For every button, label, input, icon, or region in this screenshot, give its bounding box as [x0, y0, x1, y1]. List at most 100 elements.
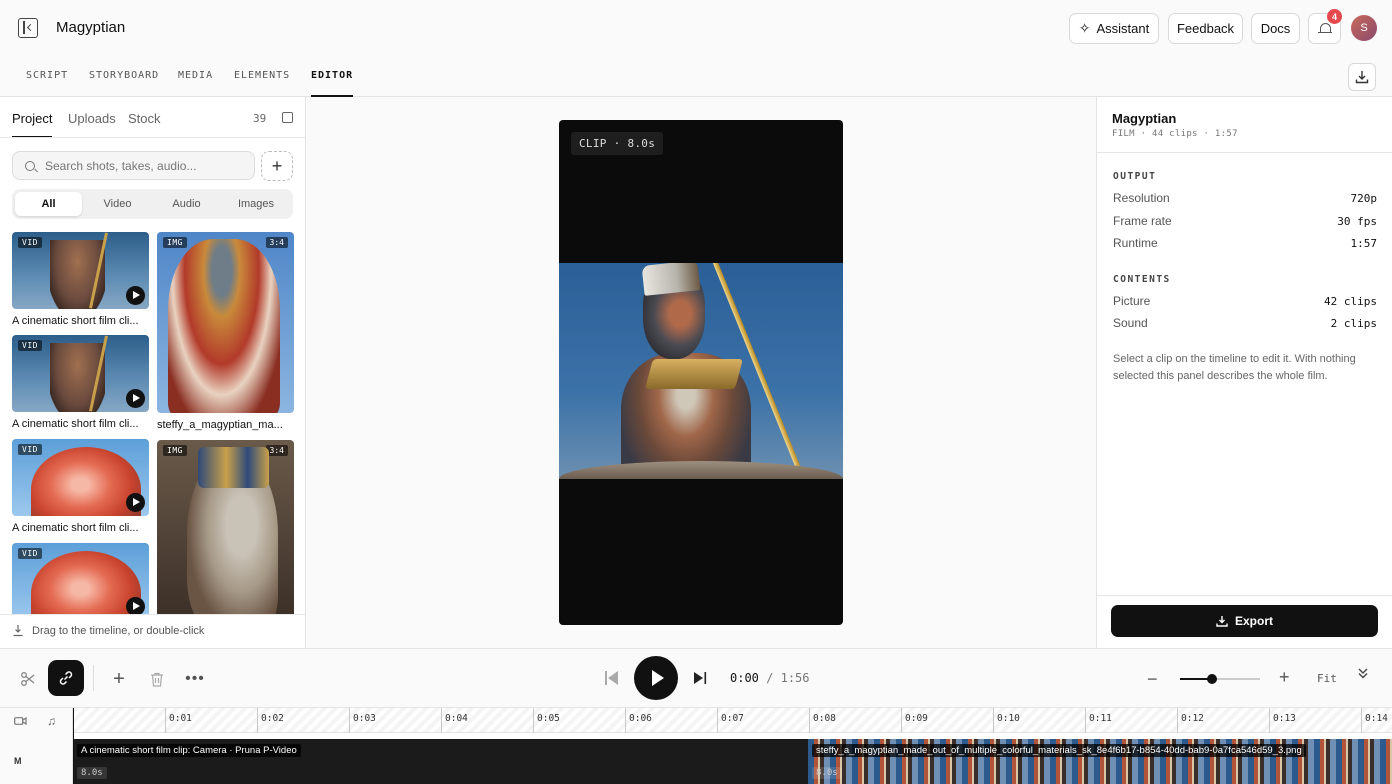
- ruler-tick-label: 0:11: [1089, 713, 1112, 724]
- media-caption: A cinematic short film cli...: [12, 418, 139, 430]
- media-caption: steffy_a_magyptian_ma...: [157, 419, 283, 431]
- library-footer: Drag to the timeline, or double-click: [0, 614, 305, 648]
- ruler-tick-label: 0:09: [905, 713, 928, 724]
- search-input[interactable]: Search shots, takes, audio...: [12, 151, 255, 180]
- more-icon[interactable]: •••: [180, 664, 210, 694]
- add-icon[interactable]: +: [104, 664, 134, 694]
- ruler-tick: 0:08: [809, 708, 836, 733]
- sound-label: Sound: [1113, 316, 1148, 330]
- bell-icon: [1317, 22, 1332, 36]
- clip-duration: 8.0s: [77, 767, 107, 779]
- time-separator: /: [766, 671, 774, 685]
- media-library-panel: Project Uploads Stock 39 Search shots, t…: [0, 97, 306, 648]
- ruler-tick: 0:05: [533, 708, 560, 733]
- download-icon: [13, 625, 23, 637]
- filter-video[interactable]: Video: [84, 192, 151, 216]
- media-filter: All Video Audio Images: [12, 189, 293, 219]
- image-badge: IMG: [163, 445, 187, 456]
- library-tab-uploads[interactable]: Uploads: [68, 111, 116, 126]
- export-label: Export: [1234, 614, 1273, 628]
- ripple-tool-button[interactable]: [48, 660, 84, 696]
- statue-collar-shape: [644, 359, 744, 389]
- library-tab-project[interactable]: Project: [12, 111, 53, 138]
- avatar[interactable]: S: [1351, 15, 1377, 41]
- notification-badge: 4: [1327, 9, 1342, 24]
- media-thumbnail[interactable]: VID: [12, 335, 149, 412]
- assistant-button[interactable]: ✧ Assistant: [1069, 13, 1159, 44]
- download-icon: [1355, 71, 1369, 84]
- media-thumbnail[interactable]: VID: [12, 543, 149, 620]
- play-icon[interactable]: [126, 493, 145, 512]
- play-button[interactable]: [634, 656, 678, 700]
- clip-title: A cinematic short film clip: Camera · Pr…: [77, 744, 301, 757]
- tabs-divider: [0, 137, 305, 138]
- media-thumbnail[interactable]: VID: [12, 439, 149, 516]
- filter-images[interactable]: Images: [222, 192, 290, 216]
- download-button[interactable]: [1348, 63, 1376, 91]
- video-preview[interactable]: CLIP · 8.0s: [559, 120, 843, 625]
- ruler-tick: 0:02: [257, 708, 284, 733]
- tab-storyboard[interactable]: STORYBOARD: [89, 70, 159, 81]
- ruler-tick: 0:11: [1085, 708, 1112, 733]
- ruler-tick-label: 0:03: [353, 713, 376, 724]
- ruler-tick-label: 0:07: [721, 713, 744, 724]
- library-tab-stock[interactable]: Stock: [128, 111, 161, 126]
- ruler-tick-label: 0:01: [169, 713, 192, 724]
- workspace-tabs: SCRIPT STORYBOARD MEDIA ELEMENTS EDITOR: [0, 56, 1392, 97]
- feedback-button[interactable]: Feedback: [1168, 13, 1243, 44]
- project-title: Magyptian: [56, 19, 126, 36]
- clip-duration: 8.0s: [812, 767, 842, 779]
- video-badge: VID: [18, 237, 42, 248]
- sidebar-toggle-icon[interactable]: [18, 18, 38, 38]
- trash-icon[interactable]: [142, 664, 172, 694]
- properties-panel: Magyptian FILM · 44 clips · 1:57 OUTPUT …: [1096, 97, 1392, 648]
- output-heading: OUTPUT: [1113, 171, 1157, 182]
- resolution-label: Resolution: [1113, 191, 1170, 205]
- ruler-tick: 0:06: [625, 708, 652, 733]
- time-display: 0:00 / 1:56: [730, 671, 810, 685]
- zoom-in-icon[interactable]: +: [1279, 667, 1290, 688]
- fit-button[interactable]: Fit: [1317, 672, 1337, 685]
- zoom-out-icon[interactable]: −: [1147, 669, 1158, 690]
- play-icon[interactable]: [126, 389, 145, 408]
- picture-label: Picture: [1113, 294, 1151, 308]
- play-icon[interactable]: [126, 286, 145, 305]
- divider: [1097, 595, 1392, 596]
- ruler-tick: 0:10: [993, 708, 1020, 733]
- tab-media[interactable]: MEDIA: [178, 70, 213, 81]
- timeline-clip[interactable]: steffy_a_magyptian_made_out_of_multiple_…: [808, 739, 1392, 784]
- audio-track-icon: ♫: [47, 714, 56, 728]
- filter-audio[interactable]: Audio: [153, 192, 220, 216]
- timeline-clip[interactable]: A cinematic short film clip: Camera · Pr…: [73, 739, 808, 784]
- ruler-tick: 0:09: [901, 708, 928, 733]
- frame-rate-label: Frame rate: [1113, 214, 1172, 228]
- docs-button[interactable]: Docs: [1251, 13, 1300, 44]
- toolbar-divider: [93, 665, 94, 691]
- rocks-shape: [559, 461, 843, 479]
- external-link-icon[interactable]: [282, 112, 293, 123]
- zoom-slider-handle[interactable]: [1207, 674, 1217, 684]
- timeline-ruler[interactable]: 0:01 0:02 0:03 0:04 0:05 0:06 0:07 0:08 0:09 0:10…: [73, 708, 1392, 733]
- ruler-tick-label: 0:13: [1273, 713, 1296, 724]
- ruler-tick-label: 0:02: [261, 713, 284, 724]
- playhead[interactable]: [73, 708, 74, 784]
- image-badge: IMG: [163, 237, 187, 248]
- scissors-icon[interactable]: [13, 664, 43, 694]
- filter-all[interactable]: All: [15, 192, 82, 216]
- skip-forward-icon[interactable]: [693, 671, 707, 685]
- transport-bar: + ••• 0:00 / 1:56 − + Fit: [0, 648, 1392, 707]
- tab-editor[interactable]: EDITOR: [311, 70, 354, 97]
- media-thumbnail[interactable]: VID: [12, 232, 149, 309]
- media-thumbnail[interactable]: IMG 3:4: [157, 232, 294, 413]
- tab-elements[interactable]: ELEMENTS: [234, 70, 290, 81]
- add-media-button[interactable]: +: [261, 151, 293, 181]
- media-thumbnail[interactable]: IMG 3:4: [157, 440, 294, 625]
- ruler-tick-label: 0:04: [445, 713, 468, 724]
- skip-back-icon[interactable]: [605, 671, 619, 685]
- collapse-timeline-icon[interactable]: [1357, 667, 1369, 682]
- zoom-slider[interactable]: [1180, 674, 1260, 684]
- video-badge: VID: [18, 548, 42, 559]
- tab-script[interactable]: SCRIPT: [26, 70, 68, 81]
- sparkle-icon: ✧: [1078, 20, 1091, 36]
- export-button[interactable]: Export: [1111, 605, 1378, 637]
